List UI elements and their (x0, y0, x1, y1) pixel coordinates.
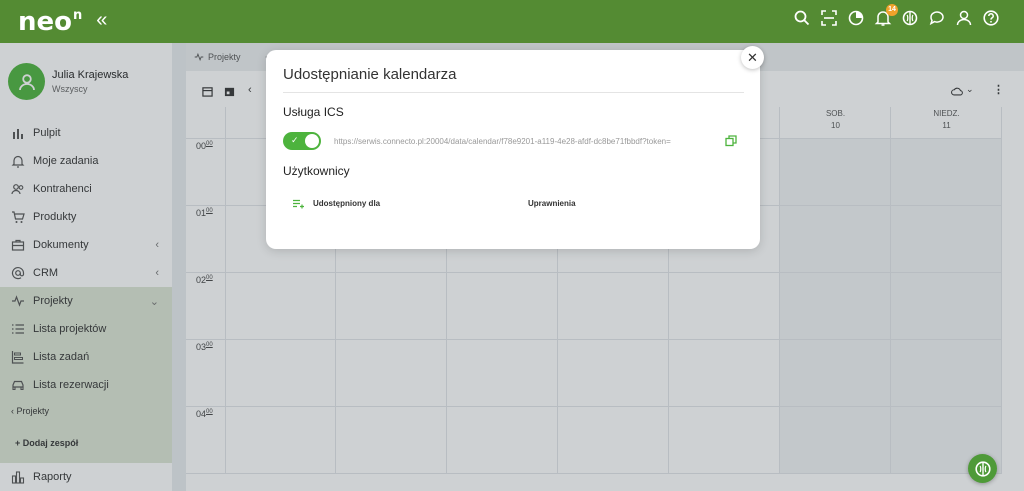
dialog-divider (283, 92, 744, 93)
dialog-title: Udostępnianie kalendarza (283, 66, 457, 83)
ics-section-title: Usługa ICS (283, 105, 344, 119)
copy-icon[interactable] (725, 135, 737, 147)
ics-url-text[interactable]: https://serwis.connecto.pl:20004/data/ca… (334, 137, 710, 146)
top-icons: 14 (793, 4, 1000, 27)
bell-icon[interactable]: 14 (874, 4, 898, 27)
close-dialog-button[interactable]: ✕ (741, 46, 764, 69)
search-icon[interactable] (793, 9, 811, 27)
scan-icon[interactable] (820, 9, 838, 27)
brain-icon[interactable] (901, 9, 919, 27)
user-icon[interactable] (955, 9, 973, 27)
toggle-knob (305, 134, 319, 148)
column-shared-for: Udostępniony dla (313, 199, 381, 208)
brain-icon (974, 460, 991, 477)
column-permissions: Uprawnienia (528, 199, 576, 208)
users-section-title: Użytkownicy (283, 164, 350, 178)
add-list-icon[interactable] (293, 199, 305, 209)
assistant-fab-button[interactable] (968, 454, 997, 483)
chat-icon[interactable] (928, 9, 946, 27)
help-icon[interactable] (982, 9, 1000, 27)
notification-badge: 14 (886, 4, 898, 16)
collapse-sidebar-button[interactable]: « (96, 9, 107, 32)
app-logo[interactable]: neon (18, 7, 82, 37)
check-icon: ✓ (291, 135, 299, 145)
ics-toggle[interactable]: ✓ (283, 132, 321, 150)
top-bar: neon « 14 (0, 0, 1024, 43)
share-calendar-dialog: Udostępnianie kalendarza Usługa ICS ✓ ht… (266, 50, 760, 249)
chart-pie-icon[interactable] (847, 9, 865, 27)
